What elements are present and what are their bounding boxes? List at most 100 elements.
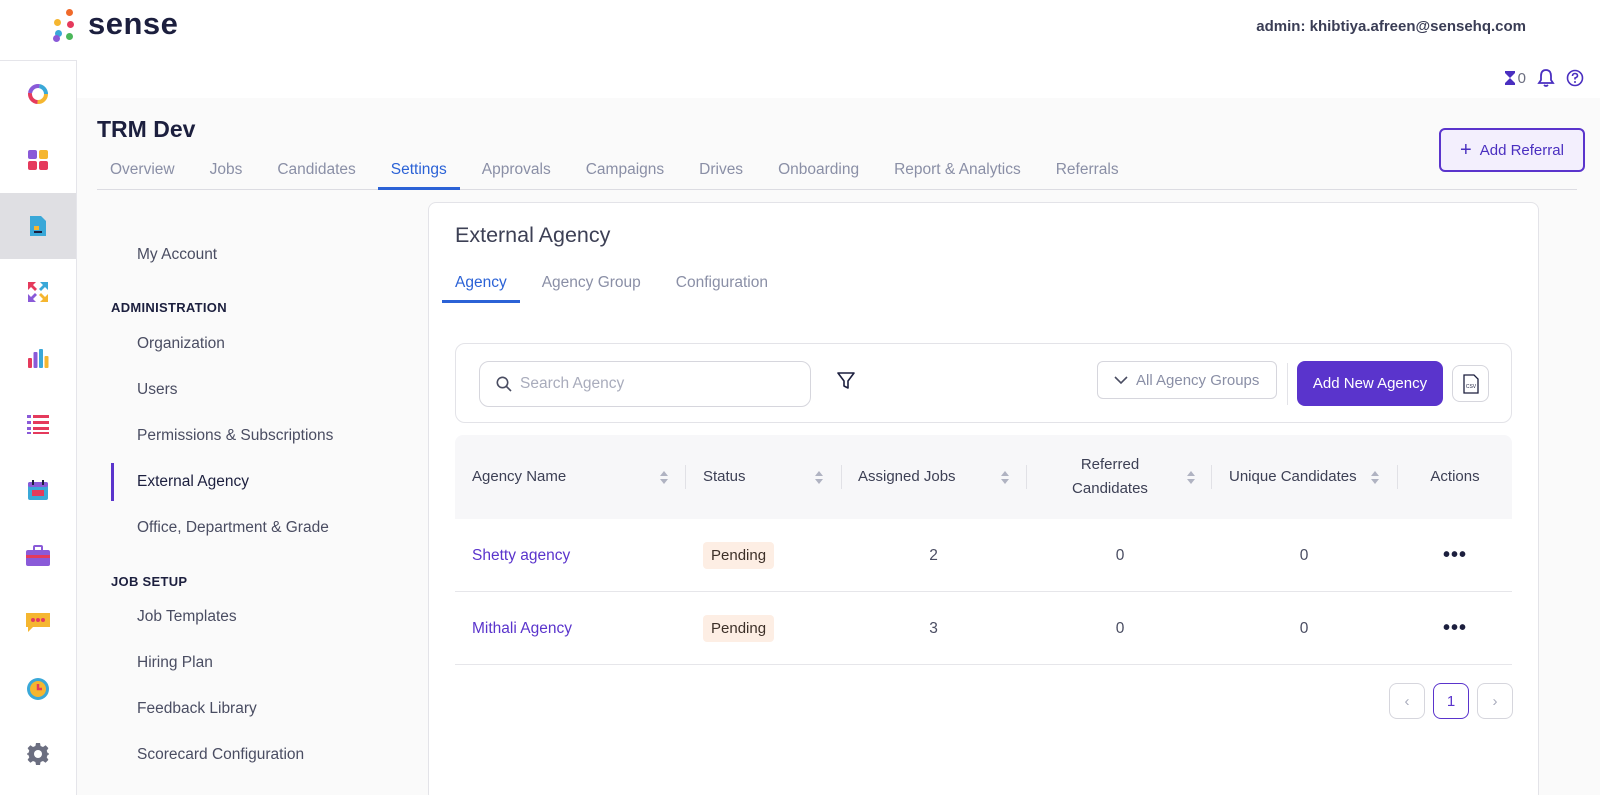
agency-name-link[interactable]: Mithali Agency bbox=[472, 592, 572, 665]
menu-item-hiring-plan[interactable]: Hiring Plan bbox=[137, 654, 213, 672]
csv-export-button[interactable]: CSV bbox=[1452, 365, 1489, 402]
referred-candidates-cell: 0 bbox=[1115, 619, 1125, 637]
more-options-icon: ••• bbox=[1442, 544, 1467, 566]
tab-report-analytics[interactable]: Report & Analytics bbox=[881, 158, 1034, 189]
admin-user-label[interactable]: admin: khibtiya.afreen@sensehq.com bbox=[1256, 18, 1526, 35]
column-divider bbox=[841, 465, 842, 489]
row-actions-menu[interactable]: ••• bbox=[1398, 519, 1512, 592]
agency-name-link[interactable]: Shetty agency bbox=[472, 519, 570, 592]
menu-item-permissions[interactable]: Permissions & Subscriptions bbox=[137, 427, 333, 445]
pagination: ‹ 1 › bbox=[1389, 683, 1513, 719]
subtab-agency-group[interactable]: Agency Group bbox=[529, 265, 654, 303]
menu-item-users[interactable]: Users bbox=[137, 381, 177, 399]
tab-onboarding[interactable]: Onboarding bbox=[765, 158, 872, 189]
plus-icon: + bbox=[1460, 139, 1472, 161]
menu-item-my-account[interactable]: My Account bbox=[137, 246, 217, 264]
rail-item-apps[interactable] bbox=[0, 127, 76, 193]
rail-item-reminders[interactable] bbox=[0, 655, 76, 721]
chevron-down-icon bbox=[1114, 376, 1128, 385]
search-agency-box[interactable] bbox=[479, 361, 811, 407]
col-header-assigned-jobs[interactable]: Assigned Jobs bbox=[858, 435, 1009, 519]
rail-item-dashboard[interactable] bbox=[0, 61, 76, 127]
grid-apps-icon bbox=[28, 150, 48, 170]
menu-item-office-department-grade[interactable]: Office, Department & Grade bbox=[137, 519, 329, 537]
search-agency-input[interactable] bbox=[520, 375, 790, 393]
rail-item-settings[interactable] bbox=[0, 721, 76, 787]
subtab-configuration[interactable]: Configuration bbox=[663, 265, 781, 303]
ring-icon bbox=[28, 84, 48, 104]
tab-campaigns[interactable]: Campaigns bbox=[573, 158, 677, 189]
tab-settings[interactable]: Settings bbox=[377, 158, 460, 190]
section-heading-administration: ADMINISTRATION bbox=[111, 300, 227, 315]
brand-name: sense bbox=[88, 6, 179, 41]
column-divider bbox=[1211, 465, 1212, 489]
hourglass-counter[interactable]: 0 bbox=[1504, 70, 1526, 87]
menu-item-external-agency[interactable]: External Agency bbox=[137, 473, 249, 491]
unique-candidates-cell: 0 bbox=[1299, 619, 1309, 637]
logo-dots-icon bbox=[52, 6, 78, 42]
sort-icon[interactable] bbox=[660, 470, 668, 484]
subtab-agency[interactable]: Agency bbox=[442, 265, 520, 303]
sort-icon[interactable] bbox=[1187, 470, 1195, 484]
col-header-referred-candidates[interactable]: Referred Candidates bbox=[1045, 435, 1195, 519]
tab-approvals[interactable]: Approvals bbox=[469, 158, 564, 189]
sort-icon[interactable] bbox=[1001, 470, 1009, 484]
page-title: TRM Dev bbox=[97, 116, 196, 142]
menu-item-job-templates[interactable]: Job Templates bbox=[137, 608, 237, 626]
gear-icon bbox=[27, 743, 49, 765]
agency-group-select[interactable]: All Agency Groups bbox=[1097, 361, 1277, 399]
rail-item-jobs[interactable] bbox=[0, 523, 76, 589]
utility-bar: 0 bbox=[77, 60, 1600, 98]
search-icon bbox=[496, 376, 512, 392]
sense-logo[interactable]: sense bbox=[52, 6, 178, 42]
help-icon[interactable] bbox=[1566, 69, 1584, 87]
briefcase-icon bbox=[26, 545, 50, 566]
rail-item-lists[interactable] bbox=[0, 391, 76, 457]
status-cell: Pending bbox=[703, 519, 775, 592]
next-page-button[interactable]: › bbox=[1477, 683, 1513, 719]
menu-item-organization[interactable]: Organization bbox=[137, 335, 225, 353]
col-header-agency-name[interactable]: Agency Name bbox=[472, 435, 668, 519]
sort-icon[interactable] bbox=[1371, 470, 1379, 484]
list-icon bbox=[27, 415, 49, 434]
status-badge: Pending bbox=[703, 615, 775, 642]
status-badge: Pending bbox=[703, 542, 775, 569]
tab-jobs[interactable]: Jobs bbox=[197, 158, 256, 189]
menu-item-scorecard-configuration[interactable]: Scorecard Configuration bbox=[137, 746, 304, 764]
alarm-clock-icon bbox=[27, 678, 49, 700]
add-referral-button[interactable]: + Add Referral bbox=[1439, 128, 1585, 172]
agency-table: Agency Name Status Assigned Jobs Referre… bbox=[455, 435, 1512, 665]
rail-item-reports[interactable] bbox=[0, 325, 76, 391]
table-header: Agency Name Status Assigned Jobs Referre… bbox=[455, 435, 1512, 519]
more-options-icon: ••• bbox=[1442, 617, 1467, 639]
menu-item-feedback-library[interactable]: Feedback Library bbox=[137, 700, 257, 718]
csv-file-icon: CSV bbox=[1462, 373, 1479, 394]
tab-overview[interactable]: Overview bbox=[97, 158, 188, 189]
sort-icon[interactable] bbox=[815, 470, 823, 484]
rail-item-integrations[interactable] bbox=[0, 259, 76, 325]
chat-bubble-icon bbox=[26, 613, 50, 632]
col-header-unique-candidates[interactable]: Unique Candidates bbox=[1229, 435, 1379, 519]
add-referral-label: Add Referral bbox=[1479, 141, 1564, 159]
page-1-button[interactable]: 1 bbox=[1433, 683, 1469, 719]
bar-chart-icon bbox=[28, 349, 49, 368]
tab-referrals[interactable]: Referrals bbox=[1043, 158, 1132, 189]
top-header: sense admin: khibtiya.afreen@sensehq.com bbox=[0, 0, 1600, 60]
app-icon-rail bbox=[0, 60, 77, 795]
tab-candidates[interactable]: Candidates bbox=[264, 158, 368, 189]
rail-item-calendar[interactable] bbox=[0, 457, 76, 523]
add-new-agency-button[interactable]: Add New Agency bbox=[1297, 361, 1443, 406]
filter-icon[interactable] bbox=[836, 371, 856, 391]
agency-sub-tabs: Agency Agency Group Configuration bbox=[442, 265, 790, 303]
calendar-icon bbox=[28, 480, 48, 500]
prev-page-button[interactable]: ‹ bbox=[1389, 683, 1425, 719]
status-cell: Pending bbox=[703, 592, 775, 665]
tab-drives[interactable]: Drives bbox=[686, 158, 756, 189]
rail-item-messages[interactable] bbox=[0, 589, 76, 655]
agency-group-select-value: All Agency Groups bbox=[1136, 371, 1260, 389]
bell-icon[interactable] bbox=[1536, 68, 1556, 88]
col-header-status[interactable]: Status bbox=[703, 435, 823, 519]
rail-item-documents[interactable] bbox=[0, 193, 76, 259]
assigned-jobs-cell: 2 bbox=[929, 546, 938, 564]
row-actions-menu[interactable]: ••• bbox=[1398, 592, 1512, 665]
